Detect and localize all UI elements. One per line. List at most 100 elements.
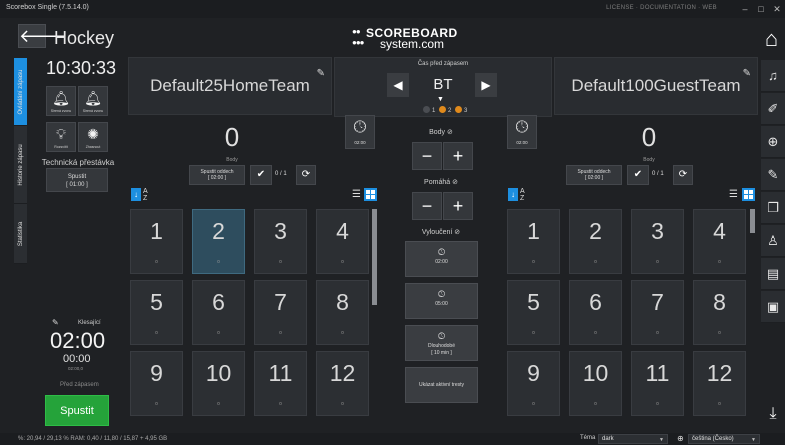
player-button[interactable]: 60 <box>192 280 245 345</box>
player-button[interactable]: 50 <box>130 280 183 345</box>
minimize-button[interactable]: – <box>738 3 752 15</box>
start-button[interactable]: Spustit <box>45 395 109 426</box>
technical-break-start-button[interactable]: Spustit [ 01:00 ] <box>46 168 108 192</box>
player-button[interactable]: 70 <box>631 280 684 345</box>
period-next-button[interactable]: ▶ <box>475 73 497 97</box>
player-button[interactable]: 30 <box>254 209 307 274</box>
technical-break-label: Technická přestávka <box>41 158 115 167</box>
assist-plus-button[interactable]: + <box>443 192 473 220</box>
guest-team-box[interactable]: Default100GuestTeam ✎ <box>554 57 758 115</box>
home-grid-view-icon[interactable] <box>364 188 377 201</box>
language-select[interactable]: čeština (Česko) ▼ <box>688 434 760 444</box>
player-button[interactable]: 20 <box>192 209 245 274</box>
home-timer-button[interactable]: 🕓︎ 02:00 <box>345 115 375 149</box>
player-button[interactable]: 30 <box>631 209 684 274</box>
player-number: 12 <box>329 360 356 386</box>
guest-sort-number-icon[interactable]: ↓ <box>508 188 518 201</box>
tab-statistics[interactable]: Statistika <box>14 204 27 264</box>
player-button[interactable]: 12 0 <box>693 351 746 416</box>
siren-button-2[interactable]: 🔔︎ Sirená zvonu <box>78 86 108 116</box>
player-button[interactable]: 80 <box>693 280 746 345</box>
points-plus-button[interactable]: + <box>443 142 473 170</box>
home-team-box[interactable]: Default25HomeTeam ✎ <box>128 57 332 115</box>
home-reset-button[interactable]: ⟳ <box>296 165 316 185</box>
guest-scrollbar[interactable] <box>750 209 755 233</box>
home-icon[interactable]: ⌂ <box>758 22 785 56</box>
player-points: 0 <box>217 259 220 264</box>
period-dot-3[interactable] <box>455 106 463 113</box>
player-button[interactable]: 70 <box>254 280 307 345</box>
globe-icon[interactable]: ⊕ <box>761 126 785 158</box>
home-score[interactable]: 0 <box>212 122 252 153</box>
download-icon[interactable]: ⤓ <box>761 398 785 430</box>
home-list-view-icon[interactable]: ☰ <box>352 189 361 200</box>
title-links[interactable]: LICENSE · DOCUMENTATION · WEB <box>606 5 717 11</box>
tab-match-history[interactable]: Historie zápasu <box>14 126 27 204</box>
player-button[interactable]: 90 <box>507 351 560 416</box>
edit-guest-team-icon[interactable]: ✎ <box>743 68 751 79</box>
player-button[interactable]: 50 <box>507 280 560 345</box>
player-button[interactable]: 10 0 <box>192 351 245 416</box>
main-time[interactable]: 02:00 <box>50 328 105 354</box>
guest-timeout-button[interactable]: Spustit oddech [ 02:00 ] <box>566 165 622 185</box>
back-button[interactable]: 🡐 <box>18 24 67 48</box>
player-button[interactable]: 60 <box>569 280 622 345</box>
home-timeout-button[interactable]: Spustit oddech [ 02:00 ] <box>189 165 245 185</box>
guest-sort-alpha-icon[interactable]: AZ <box>520 188 525 202</box>
pencil-icon[interactable]: ✎ <box>52 318 59 327</box>
period-dot-1[interactable] <box>423 106 430 113</box>
player-button[interactable]: 80 <box>316 280 369 345</box>
close-button[interactable]: ✕ <box>770 3 784 15</box>
player-button[interactable]: 12 0 <box>316 351 369 416</box>
guest-reset-button[interactable]: ⟳ <box>673 165 693 185</box>
maximize-button[interactable]: □ <box>754 3 768 15</box>
penalty-5min-button[interactable]: 🕓︎ 05:00 <box>405 283 478 319</box>
player-button[interactable]: 10 0 <box>569 351 622 416</box>
penalty-long-button[interactable]: 🕓︎ Dlouhodobé [ 10 min ] <box>405 325 478 361</box>
player-number: 11 <box>645 360 670 386</box>
theme-select[interactable]: dark ▼ <box>598 434 668 444</box>
siren-button-1[interactable]: 🔔︎ Sirená zvonu <box>46 86 76 116</box>
guest-timeout-confirm-button[interactable]: ✔ <box>627 165 649 185</box>
penalties-label: Vyloučení ⊘ <box>421 229 461 236</box>
player-number: 8 <box>336 289 349 315</box>
home-sort-alpha-icon[interactable]: AZ <box>143 188 148 202</box>
guest-grid-view-icon[interactable] <box>742 188 755 201</box>
scoreboard-icon[interactable]: ▤ <box>761 258 785 290</box>
tab-match-control[interactable]: Ovládání zápasu <box>14 58 27 126</box>
edit-home-team-icon[interactable]: ✎ <box>317 68 325 79</box>
copy-icon[interactable]: ❐ <box>761 192 785 224</box>
guest-list-view-icon[interactable]: ☰ <box>729 189 738 200</box>
guest-timer-button[interactable]: 🕓︎ 02:00 <box>507 115 537 149</box>
shirt-icon[interactable]: ♙ <box>761 225 785 257</box>
home-sort-number-icon[interactable]: ↓ <box>131 188 141 201</box>
points-minus-button[interactable]: − <box>412 142 442 170</box>
player-button[interactable]: 10 <box>507 209 560 274</box>
home-score-label: Body <box>226 157 238 163</box>
lights-on-button[interactable]: 💡︎ Rozsvítit <box>46 122 76 152</box>
home-timeout-confirm-button[interactable]: ✔ <box>250 165 272 185</box>
player-button[interactable]: 40 <box>316 209 369 274</box>
period-dot-2[interactable] <box>439 106 447 113</box>
home-scrollbar[interactable] <box>372 209 377 305</box>
music-icon[interactable]: ♫ <box>761 60 785 92</box>
refresh-icon: ⟳ <box>301 169 311 180</box>
player-button[interactable]: 40 <box>693 209 746 274</box>
edit-icon[interactable]: ✎ <box>761 159 785 191</box>
player-number: 2 <box>212 218 225 244</box>
player-button[interactable]: 10 <box>130 209 183 274</box>
lights-off-button[interactable]: ✺ Zhasnout <box>78 122 108 152</box>
pen-icon[interactable]: ✐ <box>761 93 785 125</box>
assist-minus-button[interactable]: − <box>412 192 442 220</box>
player-button[interactable]: 20 <box>569 209 622 274</box>
player-button[interactable]: 11 0 <box>254 351 307 416</box>
penalty-2min-button[interactable]: 🕓︎ 02:00 <box>405 241 478 277</box>
video-icon[interactable]: ▣ <box>761 291 785 323</box>
player-points: 0 <box>594 330 597 335</box>
player-button[interactable]: 90 <box>130 351 183 416</box>
guest-score[interactable]: 0 <box>629 122 669 153</box>
player-button[interactable]: 11 0 <box>631 351 684 416</box>
show-active-penalties-button[interactable]: Ukázat aktivní tresty <box>405 367 478 403</box>
player-number: 5 <box>150 289 163 315</box>
triangle-right-icon: ▶ <box>481 78 491 92</box>
